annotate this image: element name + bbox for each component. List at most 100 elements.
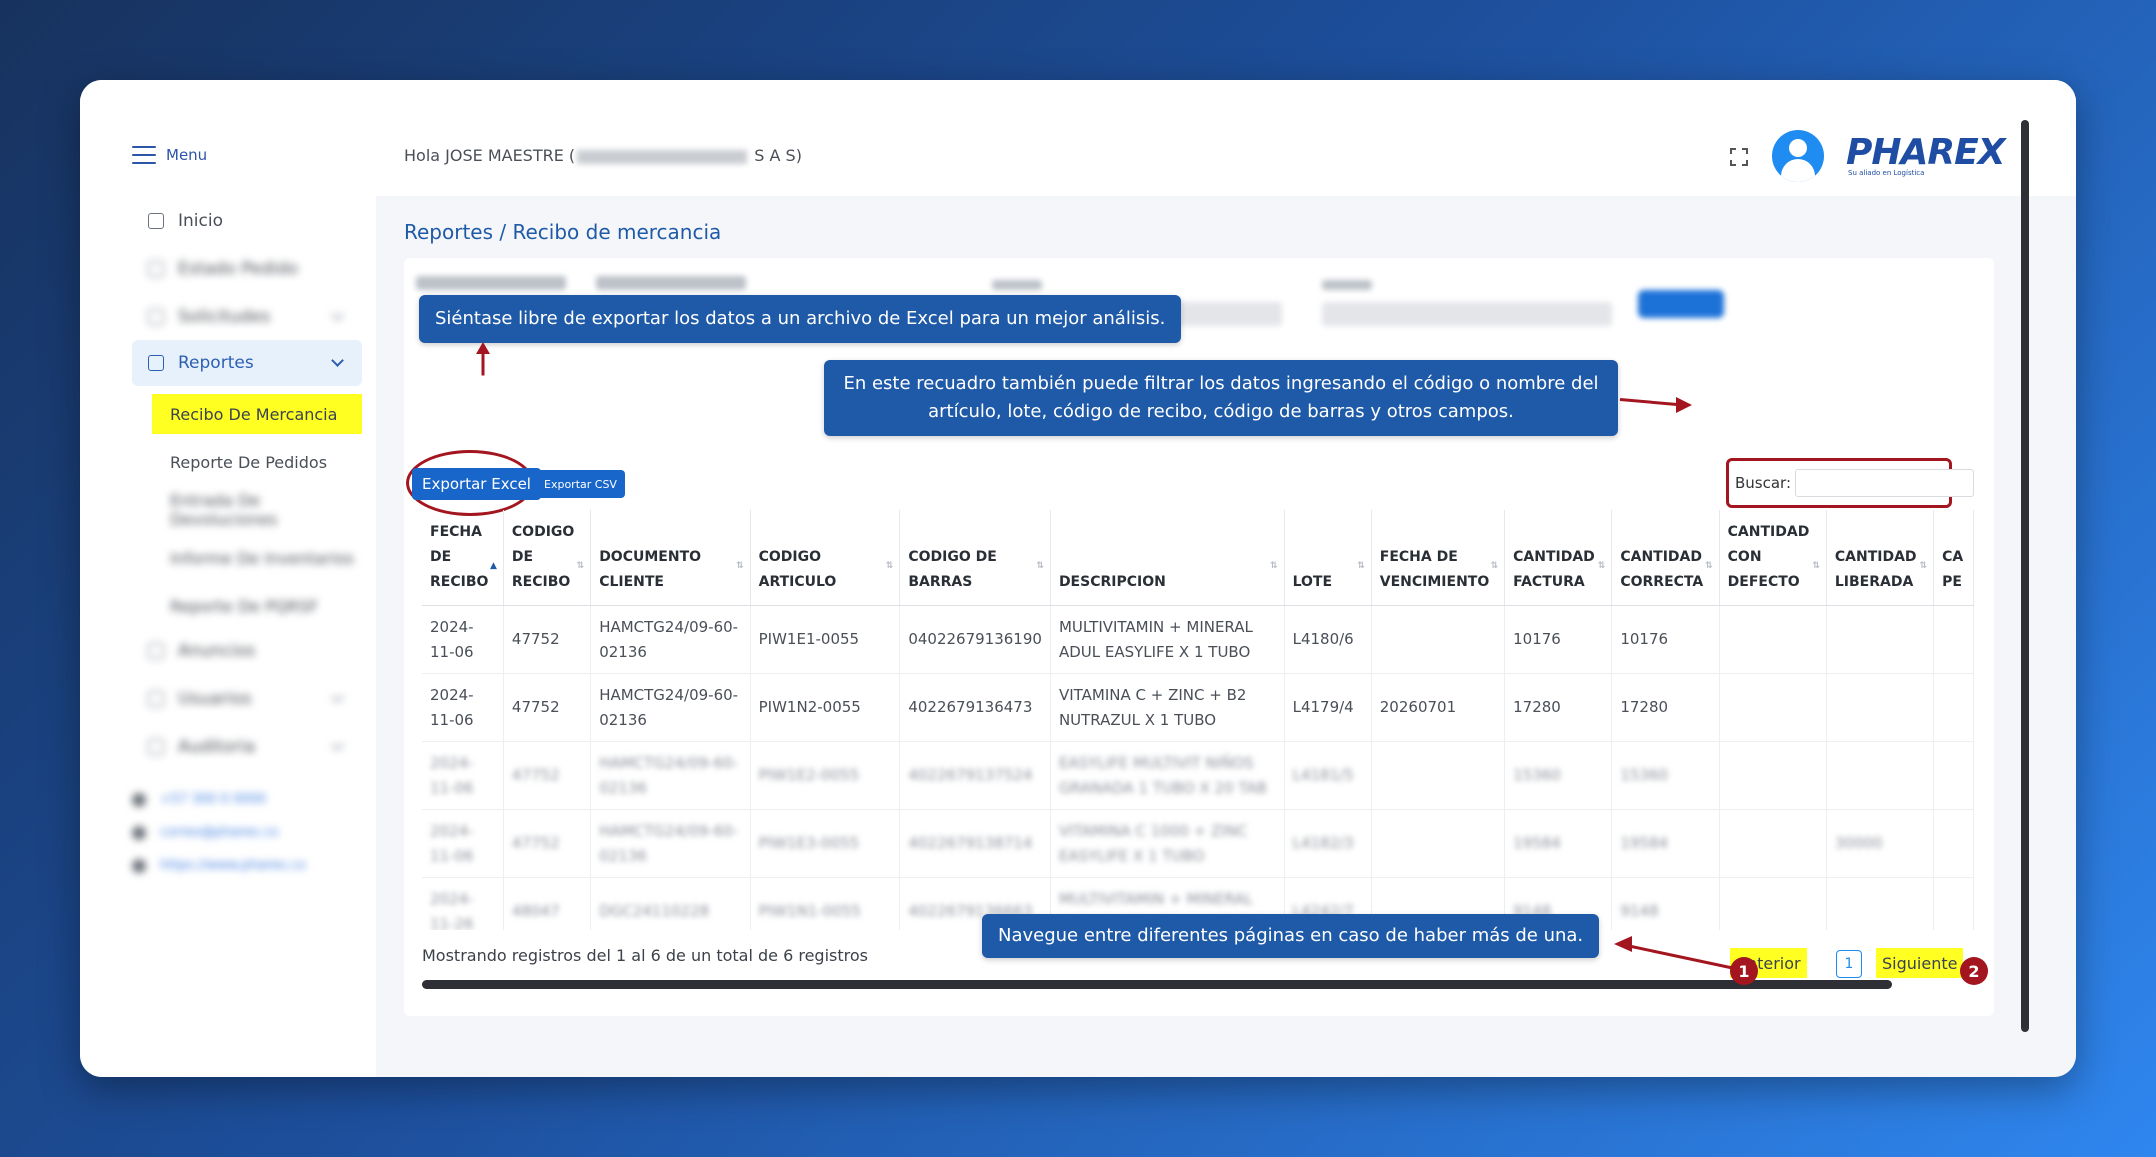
contact-phone[interactable]: +57 300 0 0000 — [132, 792, 266, 807]
table-row: 2024-11-06 47752 HAMCTG24/09-60-02136 PIW1E… — [422, 809, 1974, 878]
sort-icon[interactable]: ⇅ — [577, 554, 585, 579]
annotation-badge-1: 1 — [1730, 957, 1758, 985]
sidebar-item-inicio[interactable]: Inicio — [132, 198, 362, 244]
table-cell: 47752 — [503, 605, 592, 674]
sort-icon[interactable]: ⇅ — [1357, 554, 1365, 579]
table-cell: VITAMINA C 1000 + ZINC EASYLIFE X 1 TUBO — [1050, 809, 1285, 878]
search-label: Buscar: — [1735, 474, 1792, 492]
contact-website[interactable]: https://www.pharex.co — [132, 858, 306, 873]
sort-icon[interactable]: ⇅ — [1705, 554, 1713, 579]
sort-icon[interactable]: ⇅ — [1598, 554, 1606, 579]
table-cell: 15360 — [1611, 741, 1720, 810]
column-header[interactable]: CANTIDAD CORRECTA ⇅ — [1611, 510, 1720, 606]
column-header-label: LOTE — [1292, 574, 1333, 590]
column-header[interactable]: CANTIDAD LIBERADA ⇅ — [1826, 510, 1935, 606]
sidebar-subitem-recibo-mercancia[interactable]: Recibo De Mercancia — [152, 394, 362, 434]
sidebar-item-anuncios[interactable]: Anuncios — [132, 628, 362, 674]
export-excel-button[interactable]: Exportar Excel — [412, 468, 541, 500]
sidebar-subitem-reporte-pedidos[interactable]: Reporte De Pedidos — [152, 442, 362, 482]
horizontal-scrollbar[interactable] — [422, 980, 1892, 989]
sort-icon[interactable]: ⇅ — [1036, 554, 1044, 579]
table-cell: 9148 — [1611, 877, 1720, 930]
table-cell: L4181/5 — [1284, 741, 1372, 810]
column-header[interactable]: CANTIDAD FACTURA ⇅ — [1504, 510, 1613, 606]
sidebar-item-label: Usuarios — [178, 689, 252, 709]
sort-icon[interactable]: ⇅ — [1812, 554, 1820, 579]
sort-icon[interactable]: ⇅ — [1920, 554, 1928, 579]
column-header-label: CON — [1727, 549, 1762, 565]
greeting-suffix: S A S) — [749, 146, 802, 165]
sidebar-item-reportes[interactable]: Reportes — [132, 340, 362, 386]
sidebar-item-solicitudes[interactable]: Solicitudes — [132, 294, 362, 340]
redacted-company — [577, 149, 748, 164]
contact-email[interactable]: correo@pharex.co — [132, 825, 278, 840]
table-cell: DGC24110228 — [590, 877, 751, 930]
table-cell: PIW1N1-0055 — [750, 877, 901, 930]
pagination-next-button[interactable]: Siguiente — [1876, 948, 1964, 978]
arrowhead-pagination — [1614, 936, 1632, 952]
menu-label: Menu — [166, 146, 208, 164]
sidebar-subitem-entrada-devoluciones[interactable]: Entrada De Devoluciones — [152, 490, 362, 530]
menu-toggle[interactable]: Menu — [132, 146, 207, 164]
breadcrumb: Reportes / Recibo de mercancia — [404, 220, 722, 244]
sidebar-item-estado-pedido[interactable]: Estado Pedido — [132, 246, 362, 292]
column-header[interactable]: FECHA DE RECIBO ▲ — [422, 510, 504, 606]
audit-icon — [148, 739, 164, 755]
chevron-down-icon — [331, 354, 344, 367]
sort-icon[interactable]: ⇅ — [1270, 554, 1278, 579]
column-header[interactable]: CODIGO DE RECIBO ⇅ — [503, 510, 592, 606]
column-header[interactable]: DOCUMENTO CLIENTE ⇅ — [590, 510, 751, 606]
sidebar-item-label: Anuncios — [178, 641, 256, 661]
list-icon — [148, 309, 164, 325]
sort-icon[interactable]: ⇅ — [736, 554, 744, 579]
sidebar-item-label: Solicitudes — [178, 307, 271, 327]
sidebar-item-label: Auditoria — [178, 737, 256, 757]
column-header-label: CA — [1942, 549, 1964, 565]
sidebar-item-usuarios[interactable]: Usuarios — [132, 676, 362, 722]
greeting-prefix: Hola JOSE MAESTRE ( — [404, 146, 576, 165]
column-header[interactable]: LOTE ⇅ — [1284, 510, 1372, 606]
sort-icon[interactable]: ⇅ — [886, 554, 894, 579]
table-cell: MULTIVITAMIN + MINERAL ADUL EASYLIFE X 1… — [1050, 605, 1285, 674]
table-cell: 2024-11-26 — [422, 877, 504, 930]
home-icon — [148, 213, 164, 229]
chevron-down-icon — [331, 308, 344, 321]
sort-icon[interactable]: ⇅ — [1491, 554, 1499, 579]
chevron-down-icon — [331, 738, 344, 751]
table-row: 2024-11-06 47752 HAMCTG24/09-60-02136 PIW1N… — [422, 673, 1974, 742]
sidebar-subitem-reporte-pqrsf[interactable]: Reporte De PQRSF — [152, 586, 362, 626]
sidebar: Menu Inicio Estado Pedido Solicitudes Re… — [80, 80, 376, 1077]
sidebar-subitem-informe-inventarios[interactable]: Informe De Inventarios — [152, 538, 362, 578]
table-cell — [1933, 605, 1974, 674]
table-cell: 10176 — [1611, 605, 1720, 674]
pagination-page-button[interactable]: 1 — [1836, 950, 1862, 978]
export-csv-button[interactable]: Exportar CSV — [536, 470, 625, 498]
column-header[interactable]: DESCRIPCION ⇅ — [1050, 510, 1285, 606]
column-header-label: FECHA DE — [1379, 549, 1458, 565]
column-header-label: PE — [1942, 574, 1962, 590]
arrowhead-search — [1676, 397, 1692, 413]
table-cell: PIW1E2-0055 — [750, 741, 901, 810]
column-header[interactable]: CODIGO DE BARRAS ⇅ — [899, 510, 1051, 606]
column-header-label: FECHA — [430, 524, 482, 540]
user-avatar[interactable] — [1772, 130, 1824, 182]
column-header[interactable]: CANTIDAD CON DEFECTO ⇅ — [1719, 510, 1827, 606]
sidebar-subitem-label: Entrada De Devoluciones — [170, 491, 278, 529]
column-header[interactable]: CODIGO ARTICULO ⇅ — [750, 510, 901, 606]
data-table-wrapper: FECHA DE RECIBO ▲ CODIGO DE RECIBO ⇅ DOCUMENTO CL… — [422, 510, 1974, 930]
column-header-label: FACTURA — [1513, 574, 1585, 590]
sort-icon[interactable]: ▲ — [490, 554, 497, 579]
column-header-label: DOCUMENTO — [599, 549, 702, 565]
search-input[interactable] — [1795, 469, 1975, 497]
table-cell: 30000 — [1826, 809, 1935, 878]
data-table: FECHA DE RECIBO ▲ CODIGO DE RECIBO ⇅ DOCUMENTO CL… — [422, 510, 1974, 930]
column-header[interactable]: FECHA DE VENCIMIENTO ⇅ — [1371, 510, 1506, 606]
column-header-label: DE — [511, 549, 534, 565]
table-cell — [1933, 877, 1974, 930]
fullscreen-icon[interactable] — [1730, 148, 1748, 166]
vertical-scrollbar[interactable] — [2021, 120, 2029, 1032]
table-cell — [1826, 741, 1935, 810]
column-header[interactable]: CA PE — [1933, 510, 1974, 606]
sidebar-item-auditoria[interactable]: Auditoria — [132, 724, 362, 770]
table-cell: 15360 — [1504, 741, 1613, 810]
